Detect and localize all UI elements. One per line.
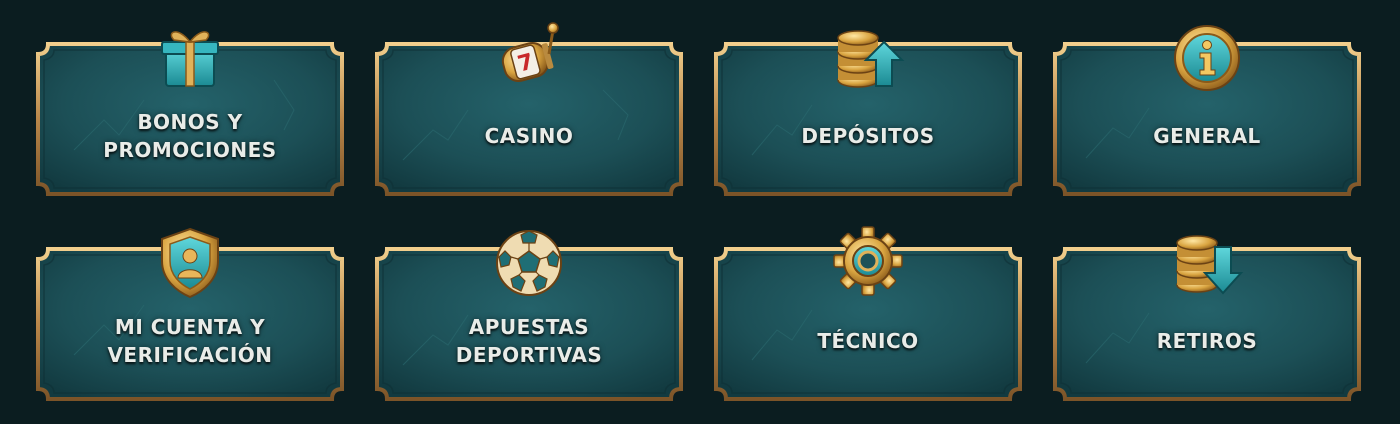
category-card-mi-cuenta[interactable]: MI CUENTA Y VERIFICACIÓN xyxy=(34,227,346,403)
category-card-retiros[interactable]: RETIROS xyxy=(1051,235,1363,403)
category-label: RETIROS xyxy=(1156,329,1258,353)
soccer-ball-icon xyxy=(489,223,569,303)
category-label: GENERAL xyxy=(1153,124,1261,148)
category-card-bonos[interactable]: BONOS Y PROMOCIONES xyxy=(34,31,346,198)
category-card-apuestas-deportivas[interactable]: APUESTAS DEPORTIVAS xyxy=(373,230,685,403)
category-card-depositos[interactable]: DEPÓSITOS xyxy=(712,30,1024,198)
category-label: TÉCNICO xyxy=(817,329,919,353)
info-icon xyxy=(1167,18,1247,98)
coins-down-arrow-icon xyxy=(1167,223,1247,303)
category-card-general[interactable]: GENERAL xyxy=(1051,25,1363,198)
help-categories-grid: BONOS Y PROMOCIONES 7 CASINO DEPÓSITOS G… xyxy=(0,0,1400,424)
slot-reel-icon: 7 xyxy=(489,18,569,98)
category-card-tecnico[interactable]: TÉCNICO xyxy=(712,226,1024,403)
category-card-casino[interactable]: 7 CASINO xyxy=(373,22,685,198)
category-label: CASINO xyxy=(484,124,574,148)
shield-user-icon xyxy=(150,223,230,303)
category-label: MI CUENTA Y VERIFICACIÓN xyxy=(107,315,273,367)
coins-up-arrow-icon xyxy=(828,18,908,98)
gift-icon xyxy=(150,18,230,98)
gear-icon xyxy=(828,223,908,303)
category-label: BONOS Y PROMOCIONES xyxy=(103,110,277,162)
category-label: DEPÓSITOS xyxy=(801,124,935,148)
category-label: APUESTAS DEPORTIVAS xyxy=(455,315,603,367)
